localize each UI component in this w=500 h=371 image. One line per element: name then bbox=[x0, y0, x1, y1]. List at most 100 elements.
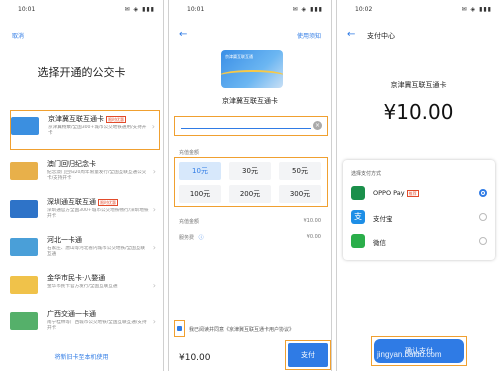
card-thumbnail bbox=[10, 238, 38, 256]
card-thumbnail bbox=[10, 312, 38, 330]
pay-button-highlight: 支付 bbox=[285, 340, 331, 370]
total-price: ¥10.00 bbox=[179, 353, 211, 363]
card-description: 京津冀畅乘/全国300+城市公交地铁通用/支持开卡 bbox=[48, 125, 147, 136]
recommend-badge: 推荐 bbox=[406, 189, 419, 197]
promo-badge: 限时优惠 bbox=[106, 115, 126, 123]
chevron-right-icon: › bbox=[152, 317, 156, 326]
service-fee-row: 服务费 ⓘ ¥0.00 bbox=[179, 234, 321, 242]
card-description: 南宁桂林等广西城市公交地铁/全国互联互通/支持开卡 bbox=[47, 320, 147, 331]
radio-selected[interactable] bbox=[479, 189, 487, 197]
card-item-shenzhen[interactable]: 深圳通互联互通 限时优惠 深圳通官方全国300+城市公交地铁畅行/深圳地铁开卡 › bbox=[10, 194, 160, 234]
chevron-right-icon: › bbox=[151, 122, 155, 131]
card-wave-graphic bbox=[221, 70, 283, 84]
card-name: 河北一卡通 bbox=[47, 236, 82, 244]
status-icons: ✉ ◈ ▮▮▮ bbox=[124, 6, 155, 13]
payment-amount: ¥10.00 bbox=[383, 100, 454, 124]
row-value: ¥0.00 bbox=[306, 234, 321, 240]
card-item-jingjinji[interactable]: 京津冀互联互通卡 限时优惠 京津冀畅乘/全国300+城市公交地铁通用/支持开卡 › bbox=[10, 110, 160, 150]
card-name: 京津冀互联互通卡 bbox=[390, 81, 447, 89]
amount-option-300[interactable]: 300元 bbox=[279, 185, 321, 203]
promo-badge: 限时优惠 bbox=[98, 198, 118, 206]
payment-option-alipay[interactable]: 支 支付宝 bbox=[351, 208, 487, 228]
card-item-macau[interactable]: 澳门回归纪念卡 纪念澳门回归20周年限量发行/全国互联互通公交卡/支持开卡 › bbox=[10, 156, 160, 196]
card-number-input[interactable]: × bbox=[174, 116, 328, 136]
payment-option-label: OPPO Pay 推荐 bbox=[373, 189, 419, 197]
status-time: 10:01 bbox=[187, 6, 205, 13]
card-name: 京津冀互联互通卡 限时优惠 bbox=[48, 114, 126, 124]
card-name: 广西交通一卡通 bbox=[47, 310, 96, 318]
card-item-hebei[interactable]: 河北一卡通 石家庄、唐山等河北省内城市公交地铁/全国互联互通 › bbox=[10, 232, 160, 272]
alipay-icon: 支 bbox=[351, 210, 365, 224]
payment-method-title: 选择支付方式 bbox=[351, 171, 382, 177]
payment-option-oppopay[interactable]: OPPO Pay 推荐 bbox=[351, 184, 487, 204]
usage-notes-link[interactable]: 使用须知 bbox=[297, 31, 321, 40]
page-title: 支付中心 bbox=[367, 32, 395, 40]
card-item-jinhua[interactable]: 金华市民卡·八婺通 金华市民卡官方发行/全国互联互通 › bbox=[10, 270, 160, 310]
status-bar: 10:02 ✉ ◈ ▮▮▮ bbox=[337, 6, 500, 16]
payment-method-panel: 选择支付方式 OPPO Pay 推荐 支 支付宝 微信 bbox=[343, 160, 495, 260]
info-icon[interactable]: ⓘ bbox=[199, 235, 204, 241]
amount-option-100[interactable]: 100元 bbox=[179, 185, 221, 203]
transit-card-image: 京津冀互联互通 bbox=[221, 50, 283, 88]
card-description: 金华市民卡官方发行/全国互联互通 bbox=[47, 284, 118, 289]
agreement-text[interactable]: 我已阅读并同意《京津冀互联互通卡用户协议》 bbox=[189, 326, 294, 333]
row-label: 服务费 bbox=[179, 235, 195, 241]
radio-unselected[interactable] bbox=[479, 213, 487, 221]
chevron-right-icon: › bbox=[152, 281, 156, 290]
card-description: 纪念澳门回归20周年限量发行/全国互联互通公交卡/支持开卡 bbox=[47, 170, 147, 181]
status-time: 10:01 bbox=[18, 6, 36, 13]
pay-button[interactable]: 支付 bbox=[288, 343, 328, 367]
status-bar: 10:01 ✉ ◈ ▮▮▮ bbox=[0, 6, 163, 16]
chevron-right-icon: › bbox=[152, 167, 156, 176]
chevron-right-icon: › bbox=[152, 205, 156, 214]
oppo-pay-icon bbox=[351, 186, 365, 200]
card-thumbnail bbox=[10, 200, 38, 218]
amount-option-30[interactable]: 30元 bbox=[229, 162, 271, 180]
amount-options: 10元 30元 50元 100元 200元 300元 bbox=[174, 157, 328, 207]
card-item-guangxi[interactable]: 广西交通一卡通 南宁桂林等广西城市公交地铁/全国互联互通/支持开卡 › bbox=[10, 306, 160, 346]
card-description: 深圳通官方全国300+城市公交地铁畅行/深圳地铁开卡 bbox=[47, 208, 149, 219]
recharge-amount-row: 充值金额 ¥10.00 bbox=[179, 218, 321, 226]
amount-option-200[interactable]: 200元 bbox=[229, 185, 271, 203]
card-logo-text: 京津冀互联互通 bbox=[225, 54, 253, 59]
status-icons: ✉ ◈ ▮▮▮ bbox=[292, 6, 323, 13]
status-icons: ✉ ◈ ▮▮▮ bbox=[461, 6, 492, 13]
card-name-text: 京津冀互联互通卡 bbox=[48, 115, 104, 123]
back-arrow-icon[interactable]: ← bbox=[179, 29, 187, 40]
row-value: ¥10.00 bbox=[303, 218, 322, 224]
card-recharge-screen: 10:01 ✉ ◈ ▮▮▮ ← 使用须知 京津冀互联互通 京津冀互联互通卡 × … bbox=[168, 0, 332, 371]
card-name-text: 深圳通互联互通 bbox=[47, 198, 96, 206]
input-underline bbox=[181, 128, 311, 129]
checkbox-checked-icon bbox=[177, 326, 182, 331]
status-bar: 10:01 ✉ ◈ ▮▮▮ bbox=[169, 6, 331, 16]
payment-center-screen: 10:02 ✉ ◈ ▮▮▮ ← 支付中心 京津冀互联互通卡 ¥10.00 选择支… bbox=[336, 0, 500, 371]
row-label: 充值金额 bbox=[179, 219, 200, 225]
card-name: 金华市民卡·八婺通 bbox=[47, 274, 106, 282]
payment-option-label-text: OPPO Pay bbox=[373, 189, 405, 197]
clear-icon[interactable]: × bbox=[313, 121, 322, 130]
payment-option-label: 微信 bbox=[373, 239, 386, 247]
page-title: 选择开通的公交卡 bbox=[37, 66, 126, 79]
card-name: 澳门回归纪念卡 bbox=[47, 160, 96, 168]
radio-unselected[interactable] bbox=[479, 237, 487, 245]
card-thumbnail bbox=[11, 117, 39, 135]
payment-option-label: 支付宝 bbox=[373, 215, 393, 223]
amount-option-50[interactable]: 50元 bbox=[279, 162, 321, 180]
status-time: 10:02 bbox=[355, 6, 373, 13]
transfer-card-link[interactable]: 将新旧卡至本机使用 bbox=[0, 352, 163, 361]
card-name: 京津冀互联互通卡 bbox=[222, 97, 278, 105]
amount-option-10[interactable]: 10元 bbox=[179, 162, 221, 180]
wechat-icon bbox=[351, 234, 365, 248]
amount-label: 充值金额 bbox=[179, 150, 200, 156]
card-name: 深圳通互联互通 限时优惠 bbox=[47, 197, 118, 207]
agreement-checkbox[interactable] bbox=[174, 320, 185, 337]
card-selection-screen: 10:01 ✉ ◈ ▮▮▮ 取消 选择开通的公交卡 京津冀互联互通卡 限时优惠 京… bbox=[0, 0, 164, 371]
card-description: 石家庄、唐山等河北省内城市公交地铁/全国互联互通 bbox=[47, 246, 146, 257]
watermark: jingyan.baidu.com bbox=[377, 350, 442, 359]
card-thumbnail bbox=[10, 276, 38, 294]
back-arrow-icon[interactable]: ← bbox=[347, 29, 355, 40]
cancel-button[interactable]: 取消 bbox=[12, 31, 24, 40]
payment-option-wechat[interactable]: 微信 bbox=[351, 232, 487, 252]
card-thumbnail bbox=[10, 162, 38, 180]
chevron-right-icon: › bbox=[152, 243, 156, 252]
